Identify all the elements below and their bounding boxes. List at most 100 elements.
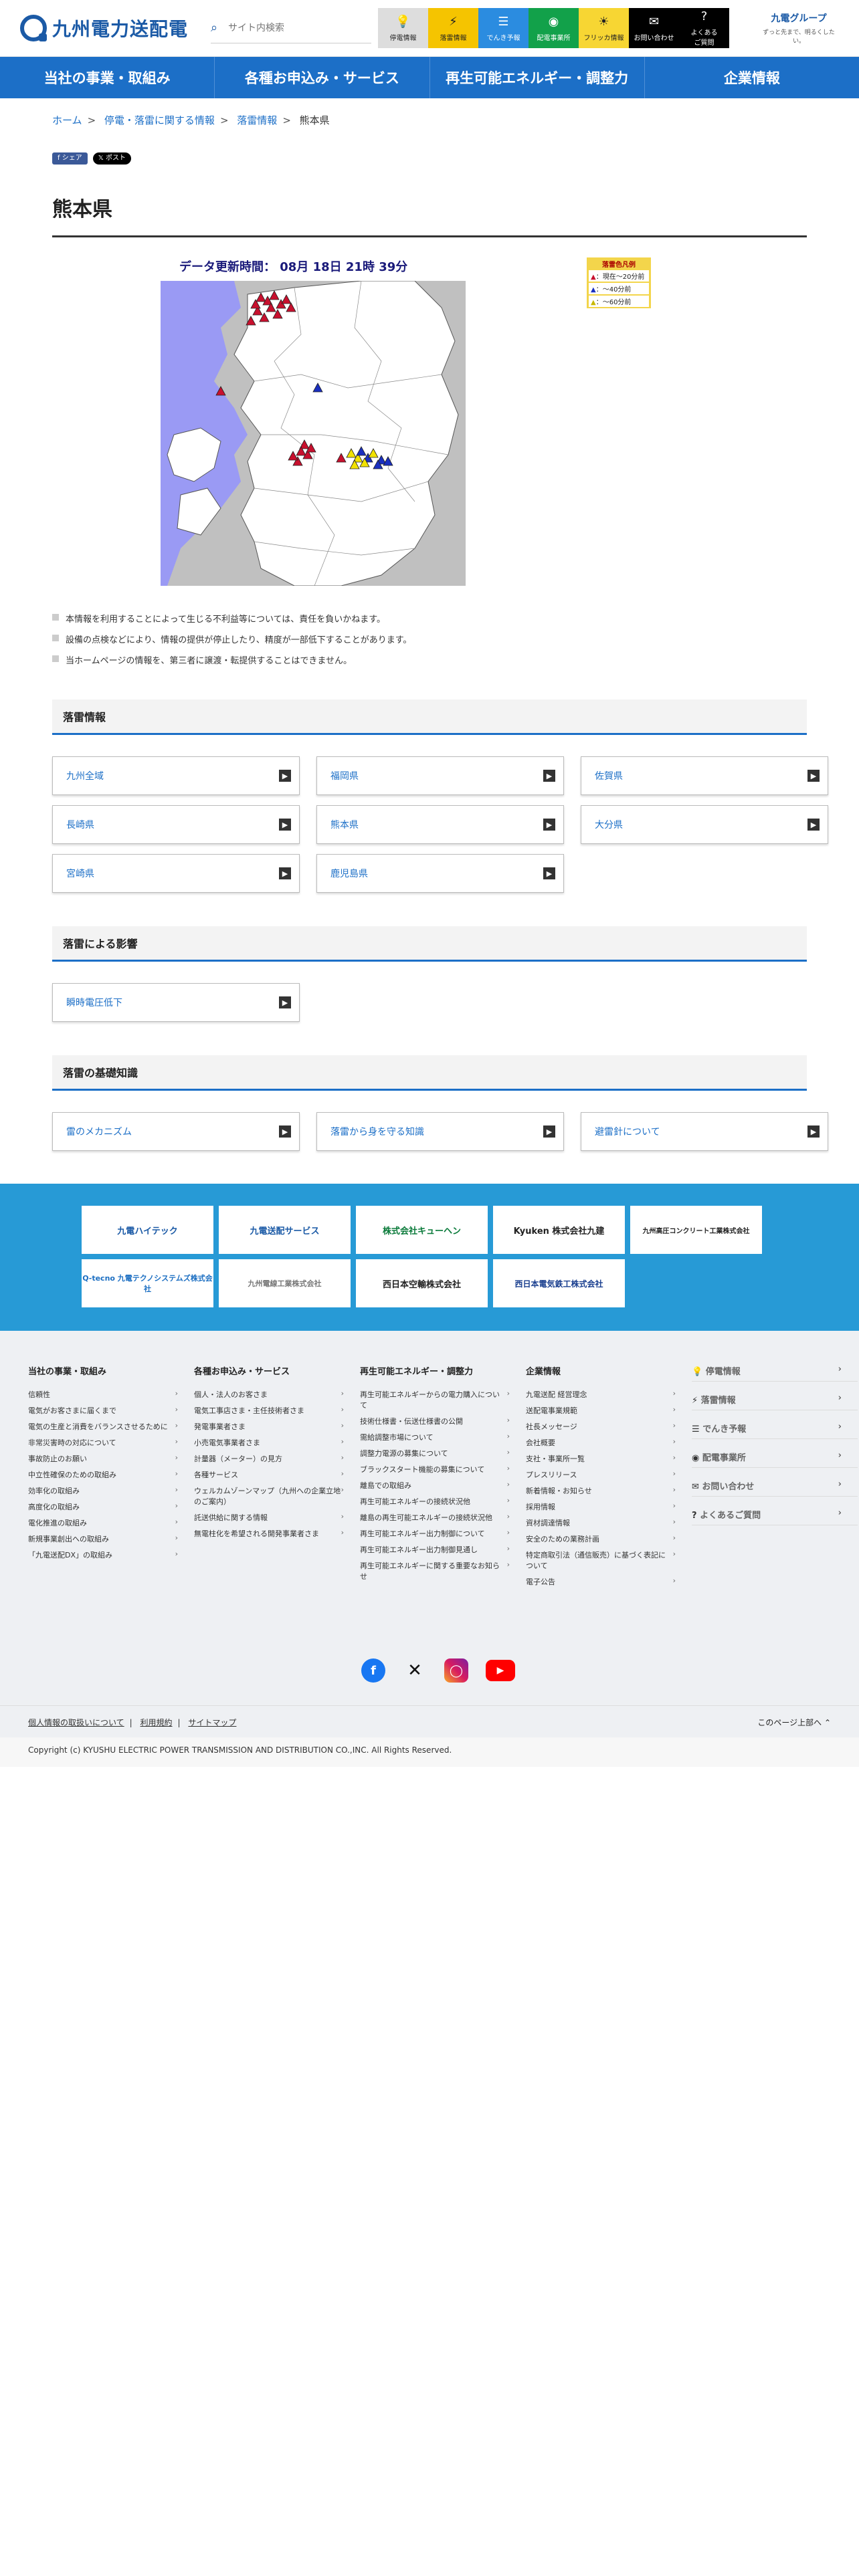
- footer-link[interactable]: 託送供給に関する情報 ›: [194, 1512, 360, 1523]
- footer-link[interactable]: 電気がお客さまに届くまで ›: [28, 1405, 194, 1416]
- footer-link[interactable]: 特定商取引法（通信販売）に基づく表記について ›: [526, 1549, 692, 1571]
- quick-faq-button[interactable]: ? よくあるご質問: [679, 8, 729, 48]
- footer-link[interactable]: 新着情報・お知らせ ›: [526, 1485, 692, 1496]
- footer-quick-link[interactable]: ◉ 配電事業所 ›: [692, 1451, 858, 1468]
- link-card-safety[interactable]: 落雷から身を守る知識 ▶: [316, 1112, 564, 1151]
- footer-link[interactable]: 離島の再生可能エネルギーの接続状況他 ›: [360, 1512, 526, 1523]
- partner-logo[interactable]: 株式会社キューヘン: [356, 1206, 488, 1254]
- footer-link[interactable]: 再生可能エネルギー出力制御について ›: [360, 1528, 526, 1539]
- footer-link[interactable]: 高度化の取組み ›: [28, 1501, 194, 1512]
- link-card-nagasaki[interactable]: 長崎県 ▶: [52, 805, 300, 844]
- group-logo[interactable]: 九電グループ ずっと先まで、明るくしたい。: [759, 11, 839, 45]
- facebook-share-button[interactable]: f シェア: [52, 152, 88, 165]
- x-icon[interactable]: ✕: [403, 1658, 427, 1683]
- facebook-icon[interactable]: f: [361, 1658, 385, 1683]
- footer-link[interactable]: 送配電事業規範 ›: [526, 1405, 692, 1416]
- footer-link[interactable]: 効率化の取組み ›: [28, 1485, 194, 1496]
- footer-link[interactable]: 離島での取組み ›: [360, 1480, 526, 1491]
- footer-link[interactable]: 無電柱化を希望される開発事業者さま ›: [194, 1528, 360, 1539]
- footer-link[interactable]: 非常災害時の対応について ›: [28, 1437, 194, 1448]
- partner-logo[interactable]: 西日本空輸株式会社: [356, 1259, 488, 1307]
- partner-logo[interactable]: 九電ハイテック: [82, 1206, 213, 1254]
- footer-column-title[interactable]: 各種お申込み・サービス: [194, 1364, 360, 1377]
- breadcrumb-lightning[interactable]: 落雷情報: [237, 114, 277, 126]
- footer-link[interactable]: ウェルカムゾーンマップ（九州への企業立地のご案内） ›: [194, 1485, 360, 1507]
- nav-business[interactable]: 当社の事業・取組み: [0, 57, 215, 98]
- footer-column-title[interactable]: 当社の事業・取組み: [28, 1364, 194, 1377]
- footer-link[interactable]: 小売電気事業者さま ›: [194, 1437, 360, 1448]
- privacy-link[interactable]: 個人情報の取扱いについて: [28, 1718, 124, 1727]
- footer-link[interactable]: 電気工事店さま・主任技術者さま ›: [194, 1405, 360, 1416]
- footer-link[interactable]: 会社概要 ›: [526, 1437, 692, 1448]
- search-icon[interactable]: ⌕: [211, 21, 227, 35]
- footer-link[interactable]: 電化推進の取組み ›: [28, 1517, 194, 1528]
- footer-quick-link[interactable]: ✉ お問い合わせ ›: [692, 1479, 858, 1497]
- footer-link[interactable]: 電子公告 ›: [526, 1576, 692, 1587]
- footer-link[interactable]: 中立性確保のための取組み ›: [28, 1469, 194, 1480]
- partner-logo[interactable]: Q-tecno 九電テクノシステムズ株式会社: [82, 1259, 213, 1307]
- footer-link[interactable]: 再生可能エネルギーからの電力購入について ›: [360, 1389, 526, 1410]
- footer-link[interactable]: 資材調達情報 ›: [526, 1517, 692, 1528]
- footer-link[interactable]: 電気の生産と消費をバランスさせるために ›: [28, 1421, 194, 1432]
- nav-renewable[interactable]: 再生可能エネルギー・調整力: [430, 57, 645, 98]
- footer-link[interactable]: 採用情報 ›: [526, 1501, 692, 1512]
- back-to-top-link[interactable]: このページ上部へ ⌃: [757, 1717, 831, 1728]
- link-card-oita[interactable]: 大分県 ▶: [581, 805, 828, 844]
- link-card-kumamoto[interactable]: 熊本県 ▶: [316, 805, 564, 844]
- link-card-saga[interactable]: 佐賀県 ▶: [581, 756, 828, 795]
- sitemap-link[interactable]: サイトマップ: [188, 1718, 236, 1727]
- partner-logo[interactable]: 九電送配サービス: [219, 1206, 351, 1254]
- site-logo[interactable]: 九州電力送配電: [20, 15, 201, 41]
- quick-outage-button[interactable]: 💡 停電情報: [378, 8, 428, 48]
- search-input[interactable]: [227, 21, 357, 34]
- quick-lightning-button[interactable]: ⚡ 落雷情報: [428, 8, 478, 48]
- breadcrumb-outage[interactable]: 停電・落雷に関する情報: [104, 114, 215, 126]
- quick-contact-button[interactable]: ✉ お問い合わせ: [629, 8, 679, 48]
- footer-link[interactable]: 信頼性 ›: [28, 1389, 194, 1400]
- breadcrumb-home[interactable]: ホーム: [52, 114, 82, 126]
- footer-link[interactable]: 「九電送配DX」の取組み ›: [28, 1549, 194, 1560]
- x-post-button[interactable]: 𝕏 ポスト: [92, 152, 131, 165]
- link-card-miyazaki[interactable]: 宮崎県 ▶: [52, 854, 300, 893]
- footer-link[interactable]: 新規事業創出への取組み ›: [28, 1533, 194, 1544]
- footer-link[interactable]: ブラックスタート機能の募集について ›: [360, 1464, 526, 1475]
- footer-link[interactable]: 九電送配 経営理念 ›: [526, 1389, 692, 1400]
- partner-logo[interactable]: 九州高圧コンクリート工業株式会社: [630, 1206, 762, 1254]
- footer-link[interactable]: 社長メッセージ ›: [526, 1421, 692, 1432]
- footer-link[interactable]: 発電事業者さま ›: [194, 1421, 360, 1432]
- footer-column-title[interactable]: 再生可能エネルギー・調整力: [360, 1364, 526, 1377]
- footer-link[interactable]: 各種サービス ›: [194, 1469, 360, 1480]
- footer-link[interactable]: 再生可能エネルギー出力制御見通し ›: [360, 1544, 526, 1555]
- footer-column-title[interactable]: 企業情報: [526, 1364, 692, 1377]
- instagram-icon[interactable]: ◯: [444, 1658, 468, 1683]
- footer-link[interactable]: 計量器（メーター）の見方 ›: [194, 1453, 360, 1464]
- partner-logo[interactable]: 九州電線工業株式会社: [219, 1259, 351, 1307]
- footer-link[interactable]: 個人・法人のお客さま ›: [194, 1389, 360, 1400]
- link-card-voltage-dip[interactable]: 瞬時電圧低下 ▶: [52, 983, 300, 1022]
- link-card-rod[interactable]: 避雷針について ▶: [581, 1112, 828, 1151]
- footer-link[interactable]: 事故防止のお願い ›: [28, 1453, 194, 1464]
- footer-link[interactable]: 技術仕様書・伝送仕様書の公開 ›: [360, 1416, 526, 1426]
- footer-link[interactable]: プレスリリース ›: [526, 1469, 692, 1480]
- footer-link[interactable]: 調整力電源の募集について ›: [360, 1448, 526, 1459]
- partner-logo[interactable]: 西日本電気鉄工株式会社: [493, 1259, 625, 1307]
- footer-quick-link[interactable]: ? よくあるご質問 ›: [692, 1508, 858, 1525]
- footer-quick-link[interactable]: 💡 停電情報 ›: [692, 1364, 858, 1382]
- link-card-kyushu[interactable]: 九州全域 ▶: [52, 756, 300, 795]
- partner-logo[interactable]: Kyuken 株式会社九建: [493, 1206, 625, 1254]
- footer-link[interactable]: 再生可能エネルギーに関する重要なお知らせ ›: [360, 1560, 526, 1582]
- footer-link[interactable]: 支社・事業所一覧 ›: [526, 1453, 692, 1464]
- quick-office-button[interactable]: ◉ 配電事業所: [529, 8, 579, 48]
- footer-quick-link[interactable]: ☰ でんき予報 ›: [692, 1422, 858, 1439]
- terms-link[interactable]: 利用規約: [140, 1718, 173, 1727]
- footer-quick-link[interactable]: ⚡ 落雷情報 ›: [692, 1393, 858, 1410]
- quick-forecast-button[interactable]: ☰ でんき予報: [478, 8, 529, 48]
- nav-services[interactable]: 各種お申込み・サービス: [215, 57, 430, 98]
- nav-company[interactable]: 企業情報: [645, 57, 859, 98]
- link-card-fukuoka[interactable]: 福岡県 ▶: [316, 756, 564, 795]
- footer-link[interactable]: 需給調整市場について ›: [360, 1432, 526, 1442]
- youtube-icon[interactable]: ▶: [486, 1660, 515, 1681]
- footer-link[interactable]: 安全のための業務計画 ›: [526, 1533, 692, 1544]
- footer-link[interactable]: 再生可能エネルギーの接続状況他 ›: [360, 1496, 526, 1507]
- link-card-kagoshima[interactable]: 鹿児島県 ▶: [316, 854, 564, 893]
